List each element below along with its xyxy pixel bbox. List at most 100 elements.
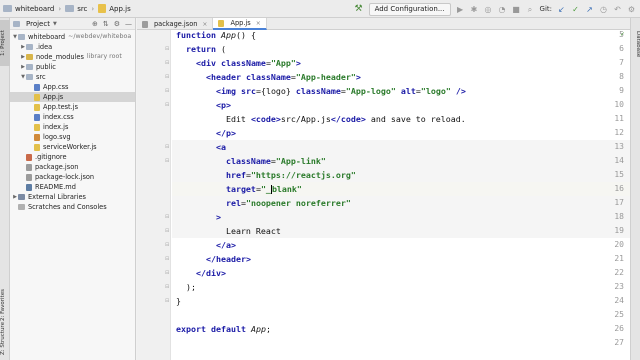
code-line[interactable]: <p> — [176, 98, 231, 112]
fold-marker-icon[interactable]: ⊟ — [165, 46, 170, 52]
right-tool-strip: Database — [630, 18, 640, 360]
tree-item[interactable]: .gitignore — [10, 152, 135, 162]
fold-marker-icon[interactable]: ⊟ — [165, 242, 170, 248]
js-file-icon — [34, 93, 40, 101]
locate-file-icon[interactable]: ⊕ — [92, 19, 98, 29]
fold-marker-icon[interactable]: ⊟ — [165, 228, 170, 234]
inspection-ok-icon[interactable]: ✓ — [620, 32, 626, 38]
tree-item[interactable]: index.css — [10, 112, 135, 122]
project-icon — [13, 20, 20, 27]
code-line[interactable]: </a> — [176, 238, 236, 252]
tree-item-label: Scratches and Consoles — [28, 203, 107, 211]
fold-marker-icon[interactable]: ⊟ — [165, 74, 170, 80]
left-tool-strip: 1: Project 2: Favorites Z: Structure — [0, 18, 10, 360]
breadcrumb-src-label: src — [77, 4, 88, 13]
tree-item[interactable]: ▶ External Libraries — [10, 192, 135, 202]
fold-marker-icon[interactable]: ⊟ — [165, 298, 170, 304]
breadcrumb-src[interactable]: src — [62, 0, 90, 18]
tool-tab-structure[interactable]: Z: Structure — [0, 318, 10, 360]
code-line[interactable]: function App() { — [176, 28, 256, 42]
tree-item[interactable]: Scratches and Consoles — [10, 202, 135, 212]
code-line[interactable]: <div className="App"> — [176, 56, 301, 70]
code-line[interactable]: </header> — [176, 252, 251, 266]
code-line[interactable]: <a — [176, 140, 226, 154]
wrench-settings-icon[interactable]: ⚙ — [627, 5, 636, 14]
collapse-all-icon[interactable]: ⇅ — [103, 19, 109, 29]
code-editor[interactable]: 5 6 7 8 9 10 11 12 13 14 15 16 17 18 19 20 21 22 23 24 25 26 2… — [137, 30, 630, 360]
git-revert-icon[interactable]: ↶ — [613, 5, 622, 14]
code-line[interactable]: > — [176, 210, 221, 224]
fold-marker-icon[interactable]: ⊟ — [165, 158, 170, 164]
tree-item[interactable]: ▶ .idea — [10, 42, 135, 52]
chevron-down-icon[interactable]: ▼ — [53, 21, 57, 27]
gear-icon[interactable]: ⚙ — [114, 19, 120, 29]
tree-item[interactable]: App.test.js — [10, 102, 135, 112]
fold-marker-icon[interactable]: ⊟ — [165, 102, 170, 108]
code-line[interactable]: return ( — [176, 42, 226, 56]
fold-marker-icon[interactable]: ⊟ — [165, 256, 170, 262]
fold-marker-icon[interactable]: ⊟ — [165, 88, 170, 94]
line-number: 25 — [614, 310, 624, 319]
debug-icon[interactable]: ✱ — [470, 5, 479, 14]
hide-panel-icon[interactable]: — — [125, 19, 132, 29]
line-number: 23 — [614, 282, 624, 291]
add-configuration-label: Add Configuration... — [374, 4, 445, 13]
tool-tab-project[interactable]: 1: Project — [0, 20, 10, 66]
code-line[interactable]: </div> — [176, 266, 226, 280]
code-line[interactable]: Edit <code>src/App.js</code> and save to… — [176, 112, 466, 126]
tree-item[interactable]: ▶ node_modules library root — [10, 52, 135, 62]
tree-item[interactable]: logo.svg — [10, 132, 135, 142]
folder-icon — [26, 64, 33, 70]
tree-item[interactable]: serviceWorker.js — [10, 142, 135, 152]
search-everywhere-icon[interactable]: ⌕ — [526, 5, 535, 14]
profile-icon[interactable]: ◔ — [498, 5, 507, 14]
tree-item[interactable]: package.json — [10, 162, 135, 172]
fold-marker-icon[interactable]: ⊟ — [165, 214, 170, 220]
tree-item[interactable]: ▼ src — [10, 72, 135, 82]
git-history-icon[interactable]: ◷ — [599, 5, 608, 14]
tree-item[interactable]: ▼ whiteboard ~/webdev/whiteboa — [10, 32, 135, 42]
code-line[interactable]: export default App; — [176, 322, 271, 336]
fold-marker-icon[interactable]: ⊟ — [165, 60, 170, 66]
fold-marker-icon[interactable]: ⊟ — [165, 144, 170, 150]
git-commit-icon[interactable]: ✓ — [571, 5, 580, 14]
tree-item[interactable]: package-lock.json — [10, 172, 135, 182]
breadcrumb-file-label: App.js — [109, 4, 131, 13]
folder-icon — [65, 5, 75, 12]
line-number: 10 — [614, 100, 624, 109]
stop-icon[interactable]: ■ — [512, 5, 521, 14]
tool-tab-database[interactable]: Database — [631, 24, 640, 64]
coverage-icon[interactable]: ◎ — [484, 5, 493, 14]
git-push-icon[interactable]: ↗ — [585, 5, 594, 14]
code-line[interactable]: Learn React — [176, 224, 281, 238]
add-configuration-button[interactable]: Add Configuration... — [368, 2, 451, 16]
md-file-icon — [26, 183, 32, 191]
code-line[interactable]: <header className="App-header"> — [176, 70, 361, 84]
breadcrumb-file[interactable]: App.js — [95, 0, 134, 18]
code-line[interactable]: href="https://reactjs.org" — [176, 168, 356, 182]
line-number: 15 — [614, 170, 624, 179]
close-icon[interactable]: × — [202, 21, 207, 28]
fold-marker-icon[interactable]: ⊟ — [165, 284, 170, 290]
tree-item[interactable]: README.md — [10, 182, 135, 192]
code-line[interactable]: className="App-link" — [176, 154, 326, 168]
tree-item[interactable]: index.js — [10, 122, 135, 132]
code-line[interactable]: target="_blank" — [176, 182, 302, 196]
build-hammer-icon[interactable]: ⚒ — [354, 4, 364, 14]
project-panel-header: Project ▼ ⊕ ⇅ ⚙ — — [10, 18, 135, 30]
code-line[interactable]: } — [176, 294, 181, 308]
tree-item[interactable]: App.css — [10, 82, 135, 92]
code-line[interactable]: rel="noopener noreferrer" — [176, 196, 351, 210]
breadcrumb-project[interactable]: whiteboard — [0, 0, 57, 18]
tree-item[interactable]: ▶ public — [10, 62, 135, 72]
git-update-icon[interactable]: ↙ — [557, 5, 566, 14]
close-icon[interactable]: × — [256, 20, 261, 27]
tree-item-hint: ~/webdev/whiteboa — [68, 33, 132, 40]
project-panel-title[interactable]: Project — [26, 20, 50, 28]
code-line[interactable]: </p> — [176, 126, 236, 140]
tree-item[interactable]: App.js — [10, 92, 135, 102]
code-line[interactable]: ); — [176, 280, 196, 294]
fold-marker-icon[interactable]: ⊟ — [165, 270, 170, 276]
run-icon[interactable]: ▶ — [456, 5, 465, 14]
code-line[interactable]: <img src={logo} className="App-logo" alt… — [176, 84, 466, 98]
